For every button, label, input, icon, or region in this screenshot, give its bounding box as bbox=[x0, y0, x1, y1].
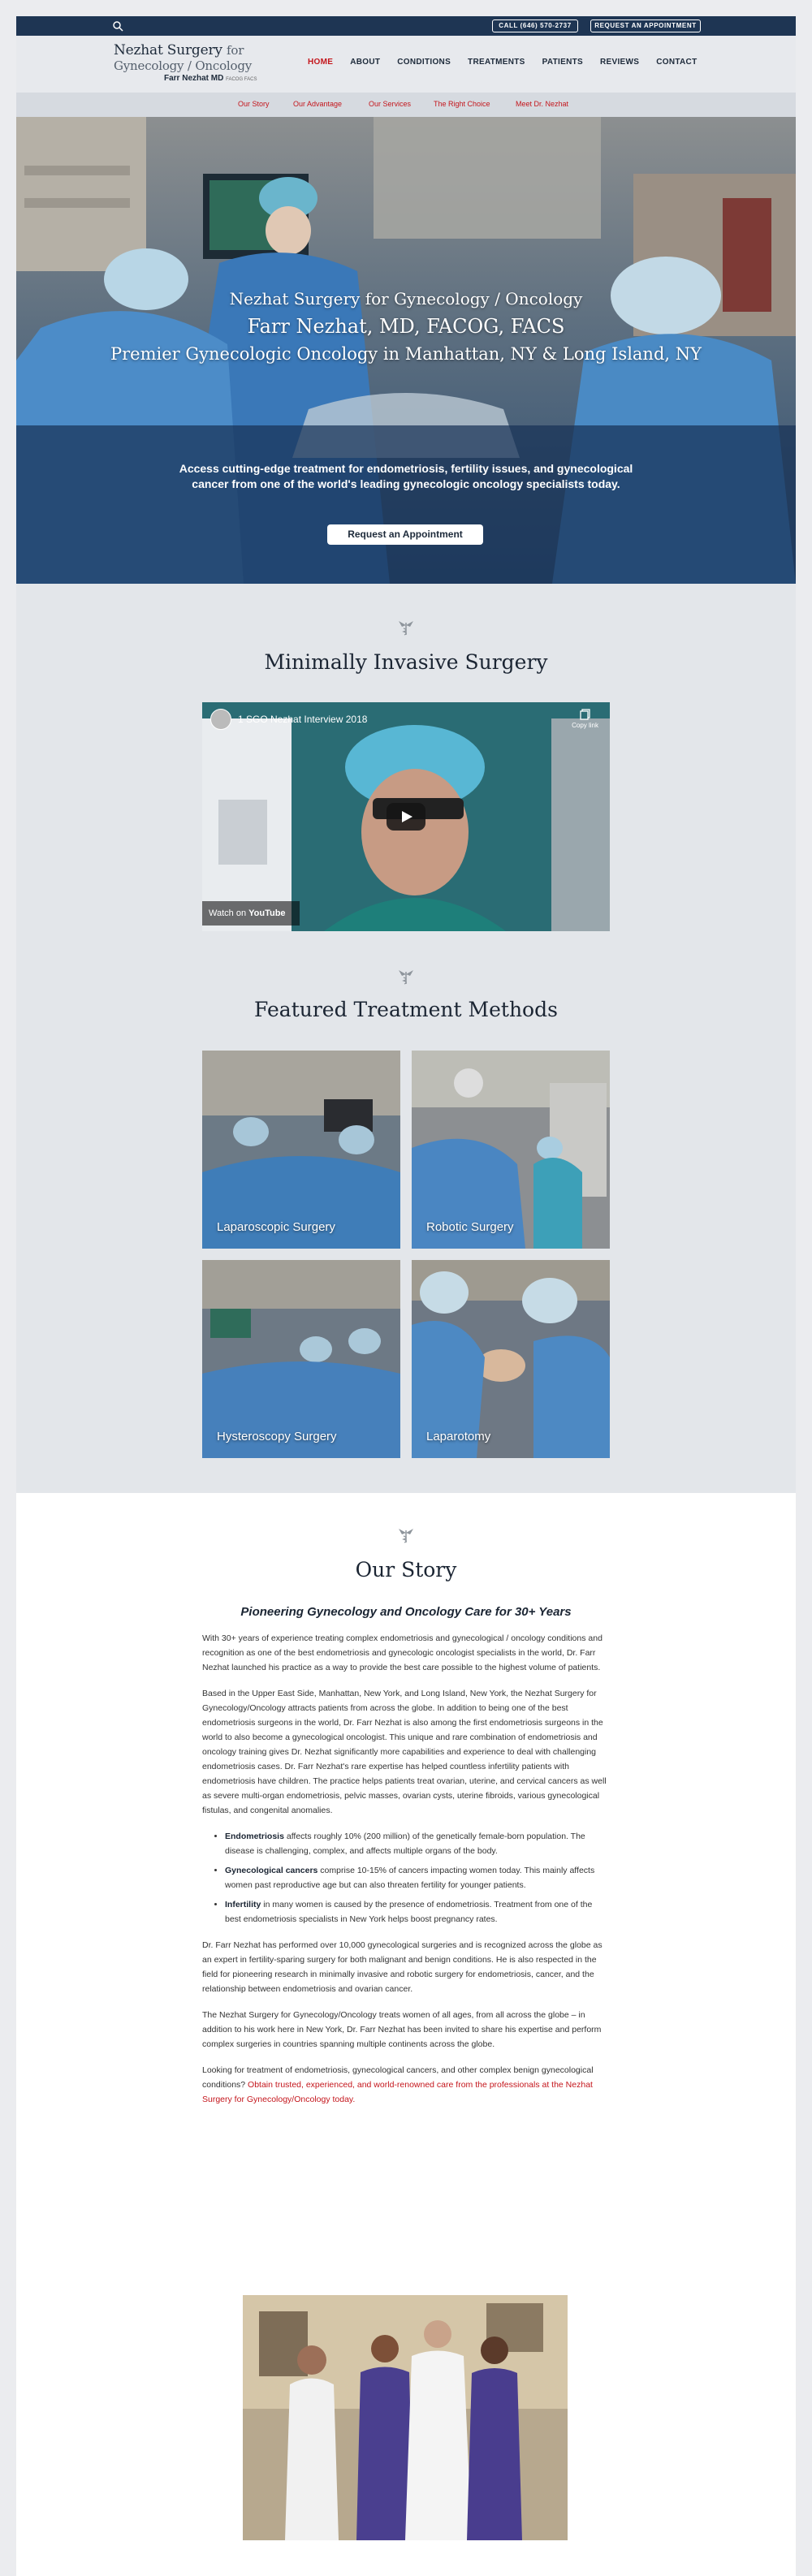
nav-treatments[interactable]: TREATMENTS bbox=[468, 58, 525, 67]
treatment-label: Laparotomy bbox=[426, 1430, 491, 1443]
logo-line3: Farr Nezhat MD bbox=[164, 74, 224, 83]
hero-section: Nezhat Surgery for Gynecology / Oncology… bbox=[16, 117, 796, 584]
nav-patients[interactable]: PATIENTS bbox=[542, 58, 583, 67]
caduceus-icon bbox=[399, 1529, 413, 1543]
our-story-heading: Our Story bbox=[355, 1558, 457, 1581]
request-appointment-top-button[interactable]: REQUEST AN APPOINTMENT bbox=[590, 19, 701, 32]
laparotomy-image bbox=[412, 1260, 610, 1458]
copy-link-label: Copy link bbox=[572, 722, 598, 729]
our-story-body: With 30+ years of experience treating co… bbox=[202, 1631, 610, 2118]
subnav-our-advantage[interactable]: Our Advantage bbox=[293, 100, 342, 108]
treatment-card-hysteroscopy[interactable]: Hysteroscopy Surgery bbox=[202, 1260, 400, 1458]
hero-title-3: Premier Gynecologic Oncology in Manhatta… bbox=[110, 344, 702, 364]
copy-icon bbox=[579, 709, 590, 720]
hero-intro-band: Access cutting-edge treatment for endome… bbox=[16, 425, 796, 584]
site-header: Nezhat Surgery for Gynecology / Oncology… bbox=[16, 36, 796, 93]
watch-on-youtube-button[interactable]: Watch on YouTube bbox=[202, 901, 300, 926]
our-story-subheading: Pioneering Gynecology and Oncology Care … bbox=[240, 1605, 572, 1619]
logo-credentials: FACOG FACS bbox=[226, 77, 257, 82]
story-paragraph: Looking for treatment of endometriosis, … bbox=[202, 2063, 610, 2107]
bullet-term: Endometriosis bbox=[225, 1832, 284, 1841]
robotic-surgery-image bbox=[412, 1051, 610, 1249]
story-paragraph: The Nezhat Surgery for Gynecology/Oncolo… bbox=[202, 2010, 602, 2049]
story-paragraph: With 30+ years of experience treating co… bbox=[202, 1633, 603, 1672]
bullet-term: Infertility bbox=[225, 1900, 261, 1909]
hero-title-2: Farr Nezhat, MD, FACOG, FACS bbox=[247, 315, 565, 338]
channel-avatar[interactable] bbox=[210, 709, 231, 730]
main-nav: HOME ABOUT CONDITIONS TREATMENTS PATIENT… bbox=[308, 58, 714, 67]
watch-on-label: Watch on bbox=[209, 908, 247, 918]
subnav-meet-dr-nezhat[interactable]: Meet Dr. Nezhat bbox=[516, 100, 568, 108]
subnav-right-choice[interactable]: The Right Choice bbox=[434, 100, 490, 108]
sub-nav: Our Story Our Advantage Our Services The… bbox=[16, 93, 796, 117]
logo-line1: Nezhat Surgery bbox=[114, 42, 222, 58]
youtube-video-embed[interactable]: 1 SGO Nezhat Interview 2018 Copy link Wa… bbox=[202, 702, 610, 931]
play-button[interactable] bbox=[387, 803, 425, 831]
search-icon[interactable] bbox=[112, 20, 123, 32]
grey-section: Minimally Invasive Surgery 1 SGO Nezhat … bbox=[16, 584, 796, 1493]
list-item: Endometriosis affects roughly 10% (200 m… bbox=[225, 1829, 610, 1858]
treatment-card-laparoscopic[interactable]: Laparoscopic Surgery bbox=[202, 1051, 400, 1249]
laparoscopic-surgery-image bbox=[202, 1051, 400, 1249]
story-paragraph: Based in the Upper East Side, Manhattan,… bbox=[202, 1689, 607, 1815]
caduceus-icon bbox=[399, 621, 413, 636]
nav-reviews[interactable]: REVIEWS bbox=[600, 58, 639, 67]
copy-link-button[interactable]: Copy link bbox=[572, 709, 598, 729]
treatment-card-laparotomy[interactable]: Laparotomy bbox=[412, 1260, 610, 1458]
treatment-label: Laparoscopic Surgery bbox=[217, 1220, 335, 1234]
story-paragraph: Dr. Farr Nezhat has performed over 10,00… bbox=[202, 1940, 603, 1994]
team-photo bbox=[243, 2295, 568, 2540]
list-item: Gynecological cancers comprise 10-15% of… bbox=[225, 1863, 610, 1892]
subnav-our-services[interactable]: Our Services bbox=[369, 100, 411, 108]
hero-titles: Nezhat Surgery for Gynecology / Oncology… bbox=[16, 289, 796, 364]
story-cta-link[interactable]: Obtain trusted, experienced, and world-r… bbox=[202, 2080, 593, 2104]
youtube-logo: YouTube bbox=[248, 908, 286, 918]
story-bullet-list: Endometriosis affects roughly 10% (200 m… bbox=[225, 1829, 610, 1927]
nav-contact[interactable]: CONTACT bbox=[656, 58, 697, 67]
top-utility-bar: CALL (646) 570-2737 REQUEST AN APPOINTME… bbox=[16, 16, 796, 36]
video-title[interactable]: 1 SGO Nezhat Interview 2018 bbox=[238, 714, 367, 725]
bullet-term: Gynecological cancers bbox=[225, 1866, 318, 1875]
page: CALL (646) 570-2737 REQUEST AN APPOINTME… bbox=[0, 0, 812, 2576]
hero-title-1: Nezhat Surgery for Gynecology / Oncology bbox=[229, 289, 583, 309]
call-button[interactable]: CALL (646) 570-2737 bbox=[492, 19, 578, 32]
video-section-heading: Minimally Invasive Surgery bbox=[264, 650, 548, 674]
nav-conditions[interactable]: CONDITIONS bbox=[397, 58, 451, 67]
nav-about[interactable]: ABOUT bbox=[350, 58, 380, 67]
logo-line2: Gynecology / Oncology bbox=[114, 58, 253, 73]
logo-line1-thin: for bbox=[227, 43, 244, 58]
subnav-our-story[interactable]: Our Story bbox=[238, 100, 270, 108]
treatment-label: Robotic Surgery bbox=[426, 1220, 514, 1234]
hysteroscopy-surgery-image bbox=[202, 1260, 400, 1458]
our-story-section: Our Story Pioneering Gynecology and Onco… bbox=[16, 1493, 796, 2576]
bullet-text: in many women is caused by the presence … bbox=[225, 1900, 593, 1924]
caduceus-icon bbox=[399, 970, 413, 985]
hero-intro-text: Access cutting-edge treatment for endome… bbox=[179, 462, 633, 490]
treatment-card-robotic[interactable]: Robotic Surgery bbox=[412, 1051, 610, 1249]
treatments-heading: Featured Treatment Methods bbox=[254, 998, 558, 1021]
list-item: Infertility in many women is caused by t… bbox=[225, 1897, 610, 1927]
request-appointment-button[interactable]: Request an Appointment bbox=[327, 524, 483, 545]
nav-home[interactable]: HOME bbox=[308, 58, 333, 67]
treatment-label: Hysteroscopy Surgery bbox=[217, 1430, 337, 1443]
team-photo-image bbox=[243, 2295, 568, 2540]
site-logo[interactable]: Nezhat Surgery for Gynecology / Oncology… bbox=[114, 42, 309, 83]
